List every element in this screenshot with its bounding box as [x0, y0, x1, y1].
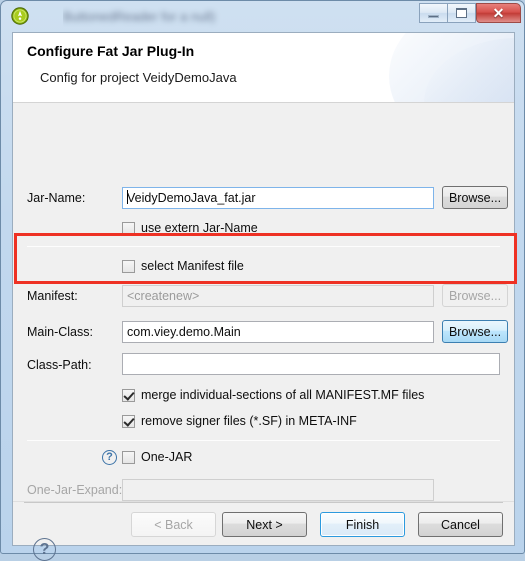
- one-jar-help-icon[interactable]: ?: [102, 450, 117, 465]
- jar-name-browse-button[interactable]: Browse...: [442, 186, 508, 209]
- class-path-label: Class-Path:: [27, 358, 92, 372]
- dialog-client-area: Configure Fat Jar Plug-In Config for pro…: [12, 32, 515, 561]
- jar-name-label: Jar-Name:: [27, 191, 86, 205]
- main-class-browse-button[interactable]: Browse...: [442, 320, 508, 343]
- main-class-input[interactable]: com.viey.demo.Main: [122, 321, 434, 343]
- minimize-icon: [428, 14, 439, 18]
- wizard-header: Configure Fat Jar Plug-In Config for pro…: [13, 33, 514, 103]
- class-path-input[interactable]: [122, 353, 500, 375]
- next-button[interactable]: Next >: [222, 512, 307, 537]
- jar-name-value: VeidyDemoJava_fat.jar: [127, 191, 256, 205]
- select-manifest-file-label: select Manifest file: [141, 259, 244, 273]
- title-bar: ✕: [1, 1, 524, 31]
- remove-signer-files-label: remove signer files (*.SF) in META-INF: [141, 414, 357, 428]
- main-class-label: Main-Class:: [27, 325, 93, 339]
- manifest-browse-button: Browse...: [442, 284, 508, 307]
- page-title: Configure Fat Jar Plug-In: [27, 43, 195, 59]
- select-manifest-file-checkbox[interactable]: [122, 259, 135, 273]
- window-controls[interactable]: ✕: [419, 3, 521, 23]
- page-subtitle: Config for project VeidyDemoJava: [40, 70, 237, 85]
- fatjar-app-icon: [11, 7, 29, 25]
- manifest-input[interactable]: <createnew>: [122, 285, 434, 307]
- button-bar-separator: [24, 502, 503, 503]
- one-jar-checkbox-row[interactable]: One-JAR: [122, 450, 192, 464]
- one-jar-expand-label: One-Jar-Expand:: [27, 483, 123, 497]
- select-manifest-file-checkbox-row[interactable]: select Manifest file: [122, 259, 244, 273]
- jar-name-input[interactable]: VeidyDemoJava_fat.jar: [122, 187, 434, 209]
- close-icon: ✕: [492, 5, 505, 21]
- finish-button[interactable]: Finish: [320, 512, 405, 537]
- one-jar-expand-input: [122, 479, 434, 501]
- one-jar-label: One-JAR: [141, 450, 193, 464]
- dialog-button-bar: < Back Next > Finish Cancel: [13, 501, 514, 545]
- one-jar-checkbox[interactable]: [122, 450, 135, 464]
- separator-2: [27, 440, 500, 441]
- application-window: ButtonedReader for a null) ✕ Configure F…: [0, 0, 525, 561]
- dialog-help-icon[interactable]: ?: [33, 538, 56, 561]
- use-extern-jar-name-checkbox-row[interactable]: use extern Jar-Name: [122, 221, 258, 235]
- use-extern-jar-name-checkbox[interactable]: [122, 221, 135, 235]
- merge-sections-checkbox[interactable]: [122, 388, 135, 402]
- cancel-button[interactable]: Cancel: [418, 512, 503, 537]
- remove-signer-files-checkbox-row[interactable]: remove signer files (*.SF) in META-INF: [122, 414, 357, 428]
- maximize-button[interactable]: [447, 3, 476, 23]
- separator-1: [27, 246, 500, 247]
- close-button[interactable]: ✕: [476, 3, 521, 23]
- maximize-icon: [456, 8, 467, 18]
- use-extern-jar-name-label: use extern Jar-Name: [141, 221, 258, 235]
- manifest-label: Manifest:: [27, 289, 78, 303]
- remove-signer-files-checkbox[interactable]: [122, 414, 135, 428]
- merge-sections-label: merge individual-sections of all MANIFES…: [141, 388, 425, 402]
- merge-sections-checkbox-row[interactable]: merge individual-sections of all MANIFES…: [122, 388, 424, 402]
- form-body: Jar-Name: VeidyDemoJava_fat.jar Browse..…: [13, 103, 514, 502]
- minimize-button[interactable]: [419, 3, 448, 23]
- back-button: < Back: [131, 512, 216, 537]
